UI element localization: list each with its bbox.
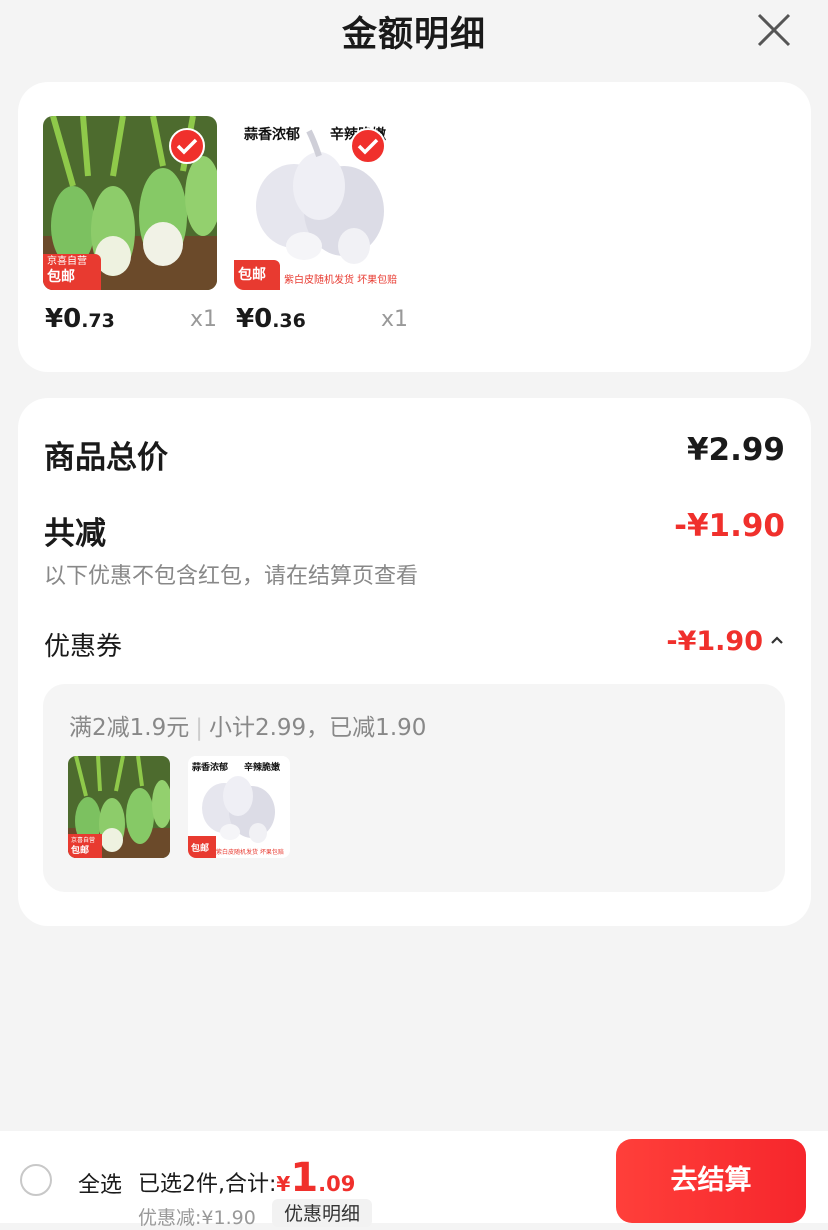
select-all-radio[interactable] — [20, 1164, 52, 1196]
coupon-rule-text: 满2减1.9元 | 小计2.99，已减1.90 — [69, 715, 427, 741]
selected-check-icon[interactable] — [350, 128, 386, 164]
goods-total-row: 商品总价 ¥2.99 — [44, 432, 785, 476]
price-row: ¥0.73 x1 — [45, 304, 217, 344]
coupon-garlic-tag-left: 蒜香浓郁 — [192, 760, 229, 773]
free-shipping-badge: 京喜自营 包邮 — [43, 254, 101, 290]
discount-note: 以下优惠不包含红包，请在结算页查看 — [44, 564, 419, 589]
coupon-garlic-footer: 紫白皮随机发货 坏果包赔 — [216, 849, 284, 856]
goods-total-value: ¥2.99 — [686, 432, 785, 468]
checkout-bar: 全选 已选2件,合计:¥1.09 优惠减:¥1.90 优惠明细 去结算 — [0, 1131, 828, 1229]
total-amount: ¥1.09 — [276, 1155, 356, 1201]
coupon-garlic-badge: 包邮 — [191, 844, 210, 854]
product-quantity: x1 — [189, 307, 217, 332]
header: 金额明细 — [0, 0, 828, 60]
coupon-value: -¥1.90 — [666, 626, 763, 657]
free-shipping-badge: 包邮 — [234, 260, 280, 290]
goods-total-label: 商品总价 — [44, 440, 168, 476]
radish-image[interactable]: 京喜自营 包邮 — [43, 116, 217, 290]
coupon-row[interactable]: 优惠券 -¥1.90 — [44, 626, 785, 666]
reduction-label: 共减 — [44, 516, 106, 552]
selected-check-icon[interactable] — [169, 128, 205, 164]
coupon-garlic-tag-right: 辛辣脆嫩 — [244, 760, 281, 773]
checkout-button[interactable]: 去结算 — [616, 1139, 806, 1223]
select-all-label[interactable]: 全选 — [78, 1167, 122, 1199]
coupon-radish-badge-bottom: 包邮 — [71, 846, 90, 856]
reduction-row: 共减 -¥1.90 — [44, 508, 785, 552]
page-title: 金额明细 — [341, 15, 486, 55]
selected-summary: 已选2件,合计:¥1.09 — [138, 1155, 356, 1201]
price-row: ¥0.36 x1 — [236, 304, 408, 344]
products-card: 京喜自营 包邮 ¥0.73 x1 蒜香浓郁 辛辣脆嫩 — [18, 82, 811, 372]
garlic-image[interactable]: 蒜香浓郁 辛辣脆嫩 紫白皮随机发货 坏果包赔 包邮 — [234, 116, 408, 290]
garlic-footer-text: 紫白皮随机发货 坏果包赔 — [284, 275, 398, 286]
product-price: ¥0.36 — [236, 304, 306, 334]
price-summary-card: 商品总价 ¥2.99 共减 -¥1.90 以下优惠不包含红包，请在结算页查看 优… — [18, 398, 811, 926]
coupon-radish-badge-top: 京喜自营 — [71, 837, 96, 844]
product-quantity: x1 — [380, 307, 408, 332]
product-price: ¥0.73 — [45, 304, 115, 334]
coupon-product-garlic: 蒜香浓郁 辛辣脆嫩 紫白皮随机发货 坏果包赔 包邮 — [188, 756, 290, 858]
coupon-product-radish: 京喜自营 包邮 — [68, 756, 170, 858]
garlic-tag-left: 蒜香浓郁 — [244, 124, 300, 144]
reduction-value: -¥1.90 — [674, 508, 785, 544]
chevron-up-icon[interactable] — [769, 632, 785, 648]
close-icon[interactable] — [754, 10, 794, 50]
coupon-label: 优惠券 — [44, 632, 123, 662]
discount-amount: 优惠减:¥1.90 — [138, 1207, 256, 1229]
coupon-detail-box: 满2减1.9元 | 小计2.99，已减1.90 京喜自营 包邮 蒜香浓郁 辛辣脆… — [43, 684, 785, 892]
